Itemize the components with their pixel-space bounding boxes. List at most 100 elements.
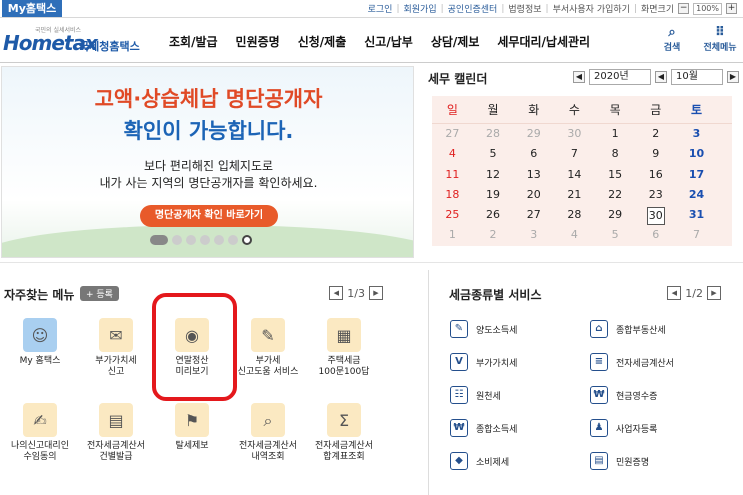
- pager-dot[interactable]: [200, 235, 210, 245]
- dept-user-link[interactable]: 부서사용자 가입하기: [553, 2, 630, 15]
- calendar-day[interactable]: 10: [676, 144, 717, 164]
- calendar-day[interactable]: 1: [595, 124, 636, 144]
- main-banner[interactable]: 고액·상습체납 명단공개자 확인이 가능합니다. 보다 편리해진 입체지도로 내…: [1, 66, 414, 258]
- favorite-item[interactable]: ✉ 부가가치세 신고: [76, 318, 156, 378]
- calendar-day[interactable]: 1: [432, 225, 473, 245]
- favorite-item[interactable]: ▤ 전자세금계산서 건별발급: [76, 403, 156, 463]
- calendar-day[interactable]: 30: [554, 124, 595, 144]
- calendar-day[interactable]: 4: [554, 225, 595, 245]
- favorite-item[interactable]: ⚑ 탈세제보: [152, 403, 232, 452]
- nav-inquiry[interactable]: 조회/발급: [160, 33, 227, 50]
- nav-consult[interactable]: 상담/제보: [422, 33, 489, 50]
- pager-dot[interactable]: [214, 235, 224, 245]
- calendar-day[interactable]: 29: [595, 205, 636, 225]
- next-arrow-icon[interactable]: ▶: [707, 286, 721, 300]
- year-select[interactable]: 2020년: [589, 69, 651, 85]
- calendar-day[interactable]: 14: [554, 165, 595, 185]
- favorite-item[interactable]: Σ 전자세금계산서 합계표조회: [304, 403, 384, 463]
- hometax-logo[interactable]: 국민의 실세서비스 Hometax 국세청홈택스: [3, 25, 153, 59]
- pager-active[interactable]: [150, 235, 168, 245]
- favorite-item[interactable]: ✍ 나의신고대리인 수임동의: [0, 403, 80, 463]
- calendar-day[interactable]: 22: [595, 185, 636, 205]
- calendar-day[interactable]: 5: [595, 225, 636, 245]
- calendar-day[interactable]: 3: [676, 124, 717, 144]
- calendar-day[interactable]: 18: [432, 185, 473, 205]
- nav-agent[interactable]: 세무대리/납세관리: [488, 33, 599, 50]
- calendar-day[interactable]: 27: [513, 205, 554, 225]
- prev-month-arrow-icon[interactable]: ◀: [655, 71, 667, 83]
- calendar-day[interactable]: 31: [676, 205, 717, 225]
- login-link[interactable]: 로그인: [368, 2, 393, 15]
- calendar-day[interactable]: 26: [473, 205, 514, 225]
- month-select[interactable]: 10월: [671, 69, 723, 85]
- signup-link[interactable]: 회원가입: [403, 2, 436, 15]
- calendar-day[interactable]: 7: [676, 225, 717, 245]
- calendar-day[interactable]: 20: [513, 185, 554, 205]
- pause-icon[interactable]: [242, 235, 252, 245]
- calendar-day[interactable]: 9: [635, 144, 676, 164]
- calendar-day[interactable]: 27: [432, 124, 473, 144]
- calendar-weekdays: 일 월 화 수 목 금 토: [432, 96, 732, 124]
- favorite-item[interactable]: ▦ 주택세금 100문100답: [304, 318, 384, 378]
- calendar-day[interactable]: 25: [432, 205, 473, 225]
- calendar-day[interactable]: 15: [595, 165, 636, 185]
- pager-dot[interactable]: [186, 235, 196, 245]
- nav-certificate[interactable]: 민원증명: [227, 33, 289, 50]
- calendar-day[interactable]: 2: [473, 225, 514, 245]
- calendar-day[interactable]: 30: [635, 205, 676, 226]
- calendar-week: 25 26 27 28 29 30 31: [432, 205, 732, 226]
- tax-service-item[interactable]: ₩ 종합소득세: [450, 419, 517, 437]
- calendar-day[interactable]: 13: [513, 165, 554, 185]
- favorite-item[interactable]: ☺ My 홈택스: [0, 318, 80, 367]
- search-button[interactable]: ⌕ 검색: [655, 25, 689, 53]
- tax-service-item[interactable]: ☷ 원천세: [450, 386, 501, 404]
- calendar-day[interactable]: 2: [635, 124, 676, 144]
- calendar-day[interactable]: 23: [635, 185, 676, 205]
- calendar-day[interactable]: 8: [595, 144, 636, 164]
- register-button[interactable]: + 등록: [80, 286, 119, 301]
- tax-service-item[interactable]: ✎ 양도소득세: [450, 320, 517, 338]
- favorite-item[interactable]: ✎ 부가세 신고도움 서비스: [228, 318, 308, 378]
- prev-year-arrow-icon[interactable]: ◀: [573, 71, 585, 83]
- banner-subtext-2: 내가 사는 지역의 명단공개자를 확인하세요.: [99, 176, 318, 190]
- calendar-day[interactable]: 24: [676, 185, 717, 205]
- prev-arrow-icon[interactable]: ◀: [667, 286, 682, 300]
- law-info-link[interactable]: 법령정보: [508, 2, 541, 15]
- nav-report-pay[interactable]: 신고/납부: [355, 33, 422, 50]
- tax-service-item[interactable]: ◆ 소비제세: [450, 452, 509, 470]
- tax-service-item[interactable]: ▤ 민원증명: [590, 452, 649, 470]
- next-arrow-icon[interactable]: ▶: [369, 286, 383, 300]
- zoom-in-button[interactable]: +: [726, 3, 737, 14]
- calendar-day[interactable]: 6: [635, 225, 676, 245]
- calendar-day[interactable]: 3: [513, 225, 554, 245]
- calendar-day[interactable]: 7: [554, 144, 595, 164]
- tax-service-item[interactable]: ♟ 사업자등록: [590, 419, 657, 437]
- prev-arrow-icon[interactable]: ◀: [329, 286, 344, 300]
- calendar-day[interactable]: 12: [473, 165, 514, 185]
- tax-service-item[interactable]: ⌂ 종합부동산세: [590, 320, 666, 338]
- calendar-day[interactable]: 4: [432, 144, 473, 164]
- calendar-day[interactable]: 29: [513, 124, 554, 144]
- favorite-item[interactable]: ⌕ 전자세금계산서 내역조회: [228, 403, 308, 463]
- calendar-day[interactable]: 21: [554, 185, 595, 205]
- calendar-day[interactable]: 28: [473, 124, 514, 144]
- tax-service-item[interactable]: ≡ 전자세금계산서: [590, 353, 674, 371]
- calendar-day[interactable]: 11: [432, 165, 473, 185]
- zoom-out-button[interactable]: −: [678, 3, 690, 14]
- banner-cta-button[interactable]: 명단공개자 확인 바로가기: [140, 205, 278, 227]
- calendar-day[interactable]: 6: [513, 144, 554, 164]
- all-menu-button[interactable]: ⠿ 전체메뉴: [703, 25, 737, 53]
- tax-service-item[interactable]: V 부가가치세: [450, 353, 517, 371]
- calendar-day[interactable]: 16: [635, 165, 676, 185]
- calendar-day[interactable]: 17: [676, 165, 717, 185]
- pager-dot[interactable]: [228, 235, 238, 245]
- calendar-day[interactable]: 19: [473, 185, 514, 205]
- pager-dot[interactable]: [172, 235, 182, 245]
- cert-center-link[interactable]: 공인인증센터: [448, 2, 498, 15]
- calendar-day[interactable]: 28: [554, 205, 595, 225]
- nav-application[interactable]: 신청/제출: [289, 33, 356, 50]
- my-hometax-tab[interactable]: My홈택스: [2, 0, 62, 17]
- next-month-arrow-icon[interactable]: ▶: [727, 71, 739, 83]
- calendar-day[interactable]: 5: [473, 144, 514, 164]
- tax-service-item[interactable]: ₩ 현금영수증: [590, 386, 657, 404]
